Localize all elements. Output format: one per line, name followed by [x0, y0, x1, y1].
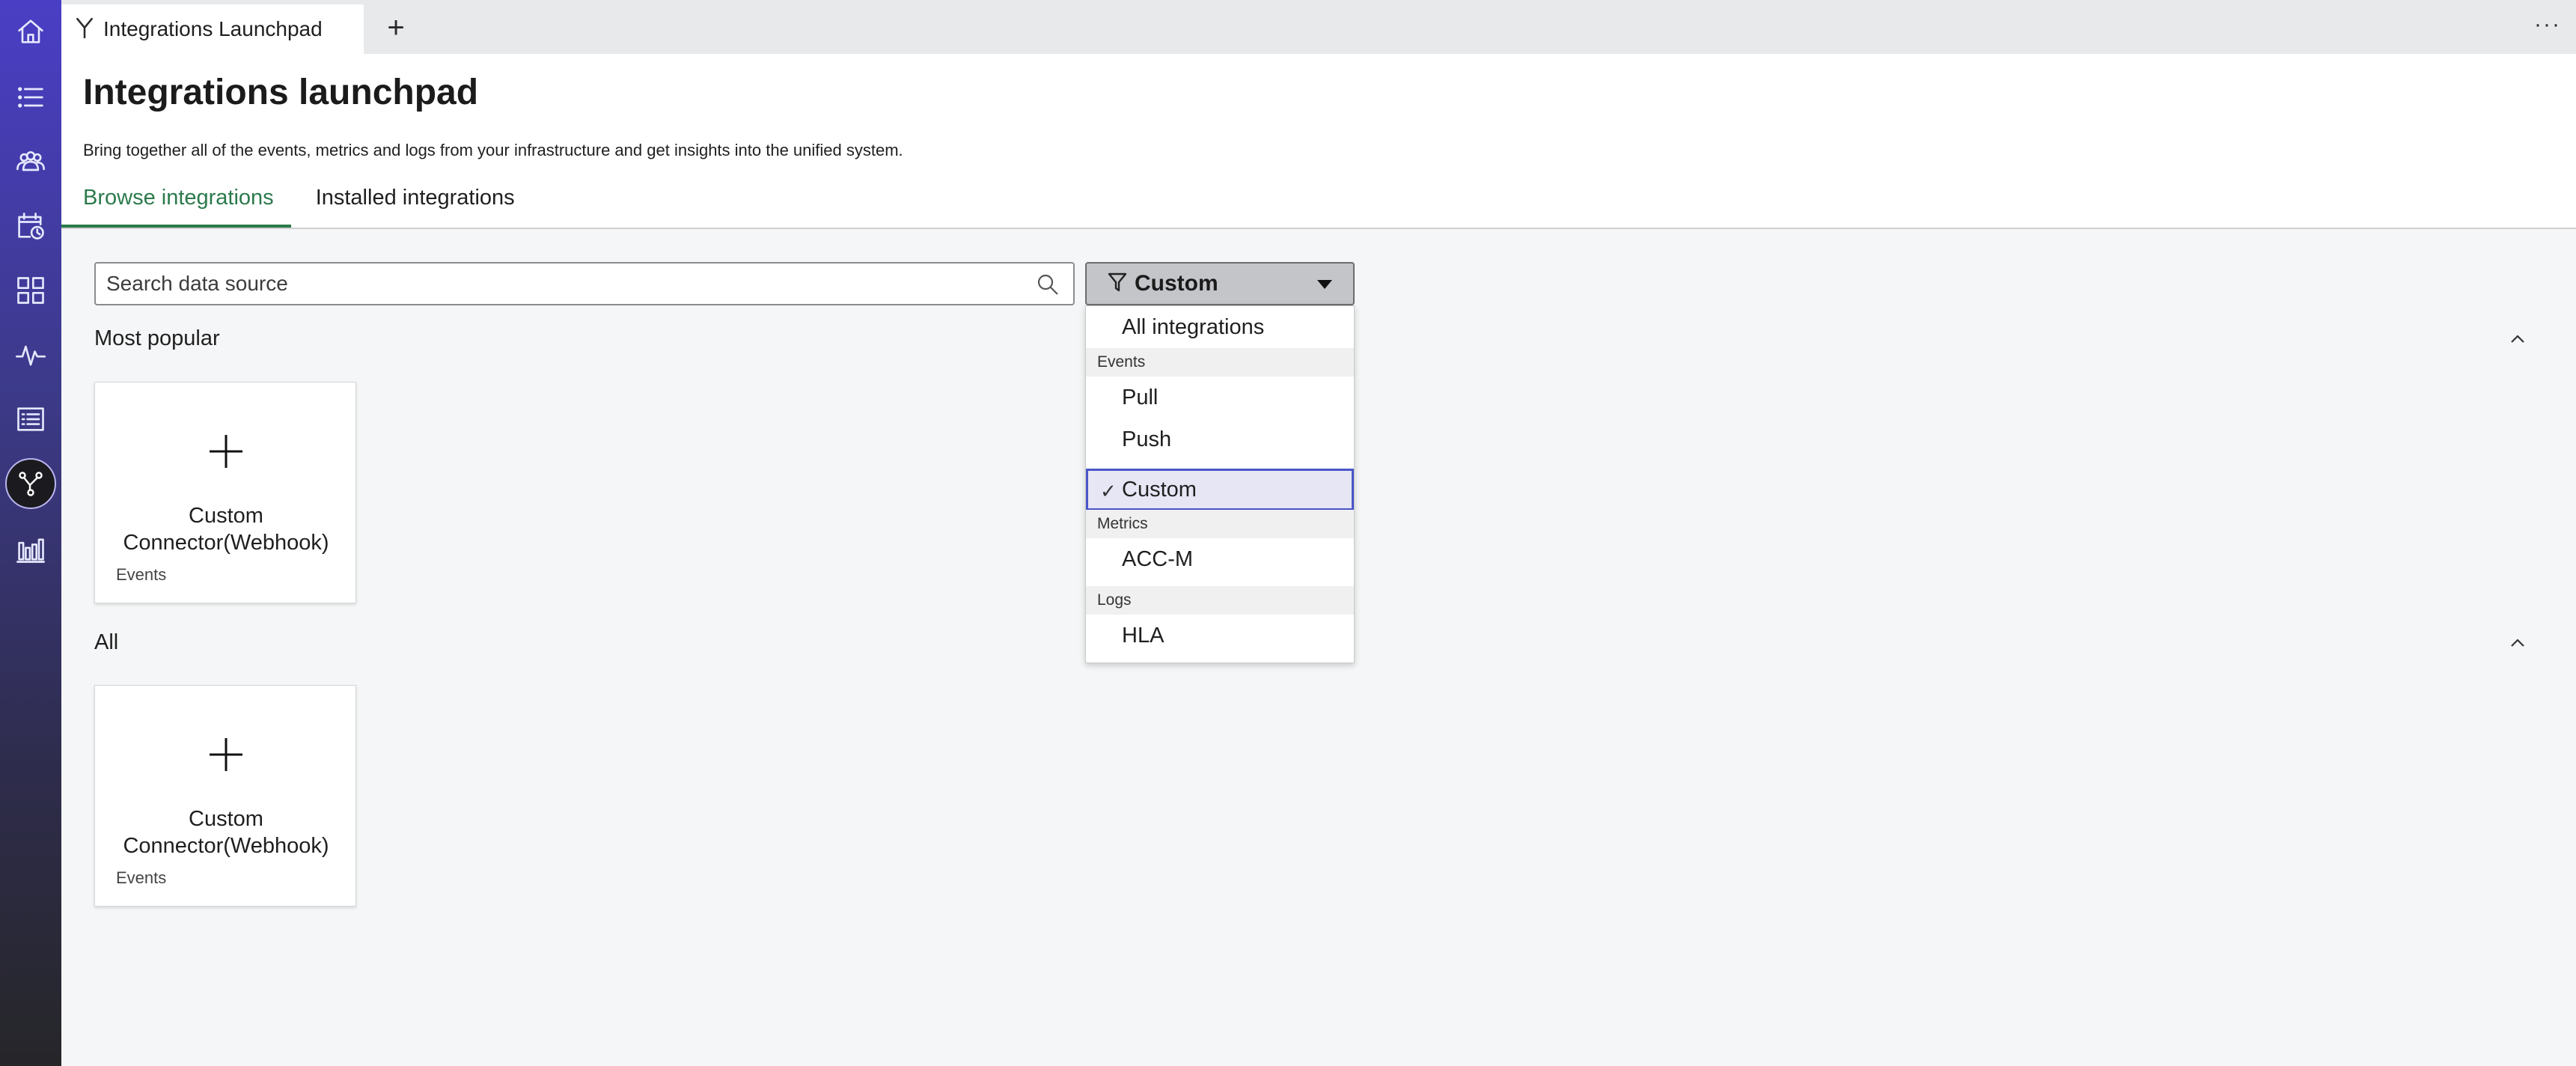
card-title-line2: Connector(Webhook): [123, 531, 329, 555]
page-description: Bring together all of the events, metric…: [83, 141, 903, 159]
section-title-all: All: [94, 630, 119, 654]
tab-bar: Integrations Launchpad + ···: [61, 0, 2576, 54]
option-custom-label: Custom: [1122, 477, 1197, 502]
integration-card[interactable]: Custom Connector(Webhook) Events: [94, 382, 356, 603]
option-acc-m[interactable]: ACC-M: [1086, 538, 1354, 580]
option-custom[interactable]: ✓ Custom: [1086, 469, 1354, 511]
grid-apps-icon[interactable]: [0, 261, 61, 320]
search-box: [94, 262, 1075, 305]
search-icon[interactable]: [1036, 272, 1060, 296]
integrations-icon[interactable]: [0, 454, 61, 514]
chevron-up-icon[interactable]: [2504, 326, 2531, 353]
tab-integrations-launchpad[interactable]: Integrations Launchpad: [61, 4, 364, 54]
active-tab-underline: [61, 225, 291, 228]
bar-chart-icon[interactable]: [0, 520, 61, 579]
plus-icon: [204, 732, 248, 777]
calendar-clock-icon[interactable]: [0, 196, 61, 256]
users-group-icon[interactable]: [0, 132, 61, 192]
group-label-logs: Logs: [1086, 586, 1354, 615]
checkmark-icon: ✓: [1100, 480, 1117, 502]
section-title-most-popular: Most popular: [94, 326, 220, 350]
more-options-icon[interactable]: ···: [2534, 12, 2561, 37]
card-title-line2: Connector(Webhook): [123, 834, 329, 858]
report-list-icon[interactable]: [0, 389, 61, 449]
integrations-tab-icon: [75, 16, 94, 43]
sidebar: [0, 0, 61, 1066]
option-pull[interactable]: Pull: [1086, 377, 1354, 418]
group-label-metrics: Metrics: [1086, 510, 1354, 538]
filter-funnel-icon: [1108, 272, 1127, 296]
group-label-events: Events: [1086, 348, 1354, 377]
tab-label: Integrations Launchpad: [103, 17, 323, 40]
page-title: Integrations launchpad: [83, 73, 479, 112]
card-subtitle: Events: [116, 868, 167, 887]
view-tabs: Browse integrations Installed integratio…: [61, 186, 557, 229]
pulse-monitor-icon[interactable]: [0, 325, 61, 385]
option-push[interactable]: Push: [1086, 418, 1354, 460]
list-icon[interactable]: [0, 67, 61, 127]
plus-icon: [204, 429, 248, 474]
filter-dropdown-menu: All integrations Events Pull Push ✓ Cust…: [1085, 305, 1355, 663]
filter-dropdown-button[interactable]: Custom: [1085, 262, 1355, 305]
card-title: Custom Connector(Webhook): [95, 805, 357, 859]
page-header: Integrations launchpad Bring together al…: [61, 54, 2576, 229]
integrations-active-indicator: [5, 458, 56, 509]
home-icon[interactable]: [0, 1, 61, 61]
integration-card[interactable]: Custom Connector(Webhook) Events: [94, 685, 356, 907]
tab-browse-integrations[interactable]: Browse integrations: [83, 186, 274, 229]
card-title-line1: Custom: [189, 807, 263, 831]
chevron-up-icon[interactable]: [2504, 630, 2531, 657]
add-tab-button[interactable]: +: [379, 10, 413, 45]
option-all-integrations[interactable]: All integrations: [1086, 306, 1354, 348]
card-subtitle: Events: [116, 565, 167, 584]
search-input[interactable]: [96, 264, 994, 304]
chevron-down-icon: [1317, 280, 1332, 289]
option-hla[interactable]: HLA: [1086, 615, 1354, 657]
card-title: Custom Connector(Webhook): [95, 502, 357, 556]
tab-installed-integrations[interactable]: Installed integrations: [316, 186, 515, 229]
card-title-line1: Custom: [189, 504, 263, 528]
filter-selected-label: Custom: [1135, 271, 1218, 296]
